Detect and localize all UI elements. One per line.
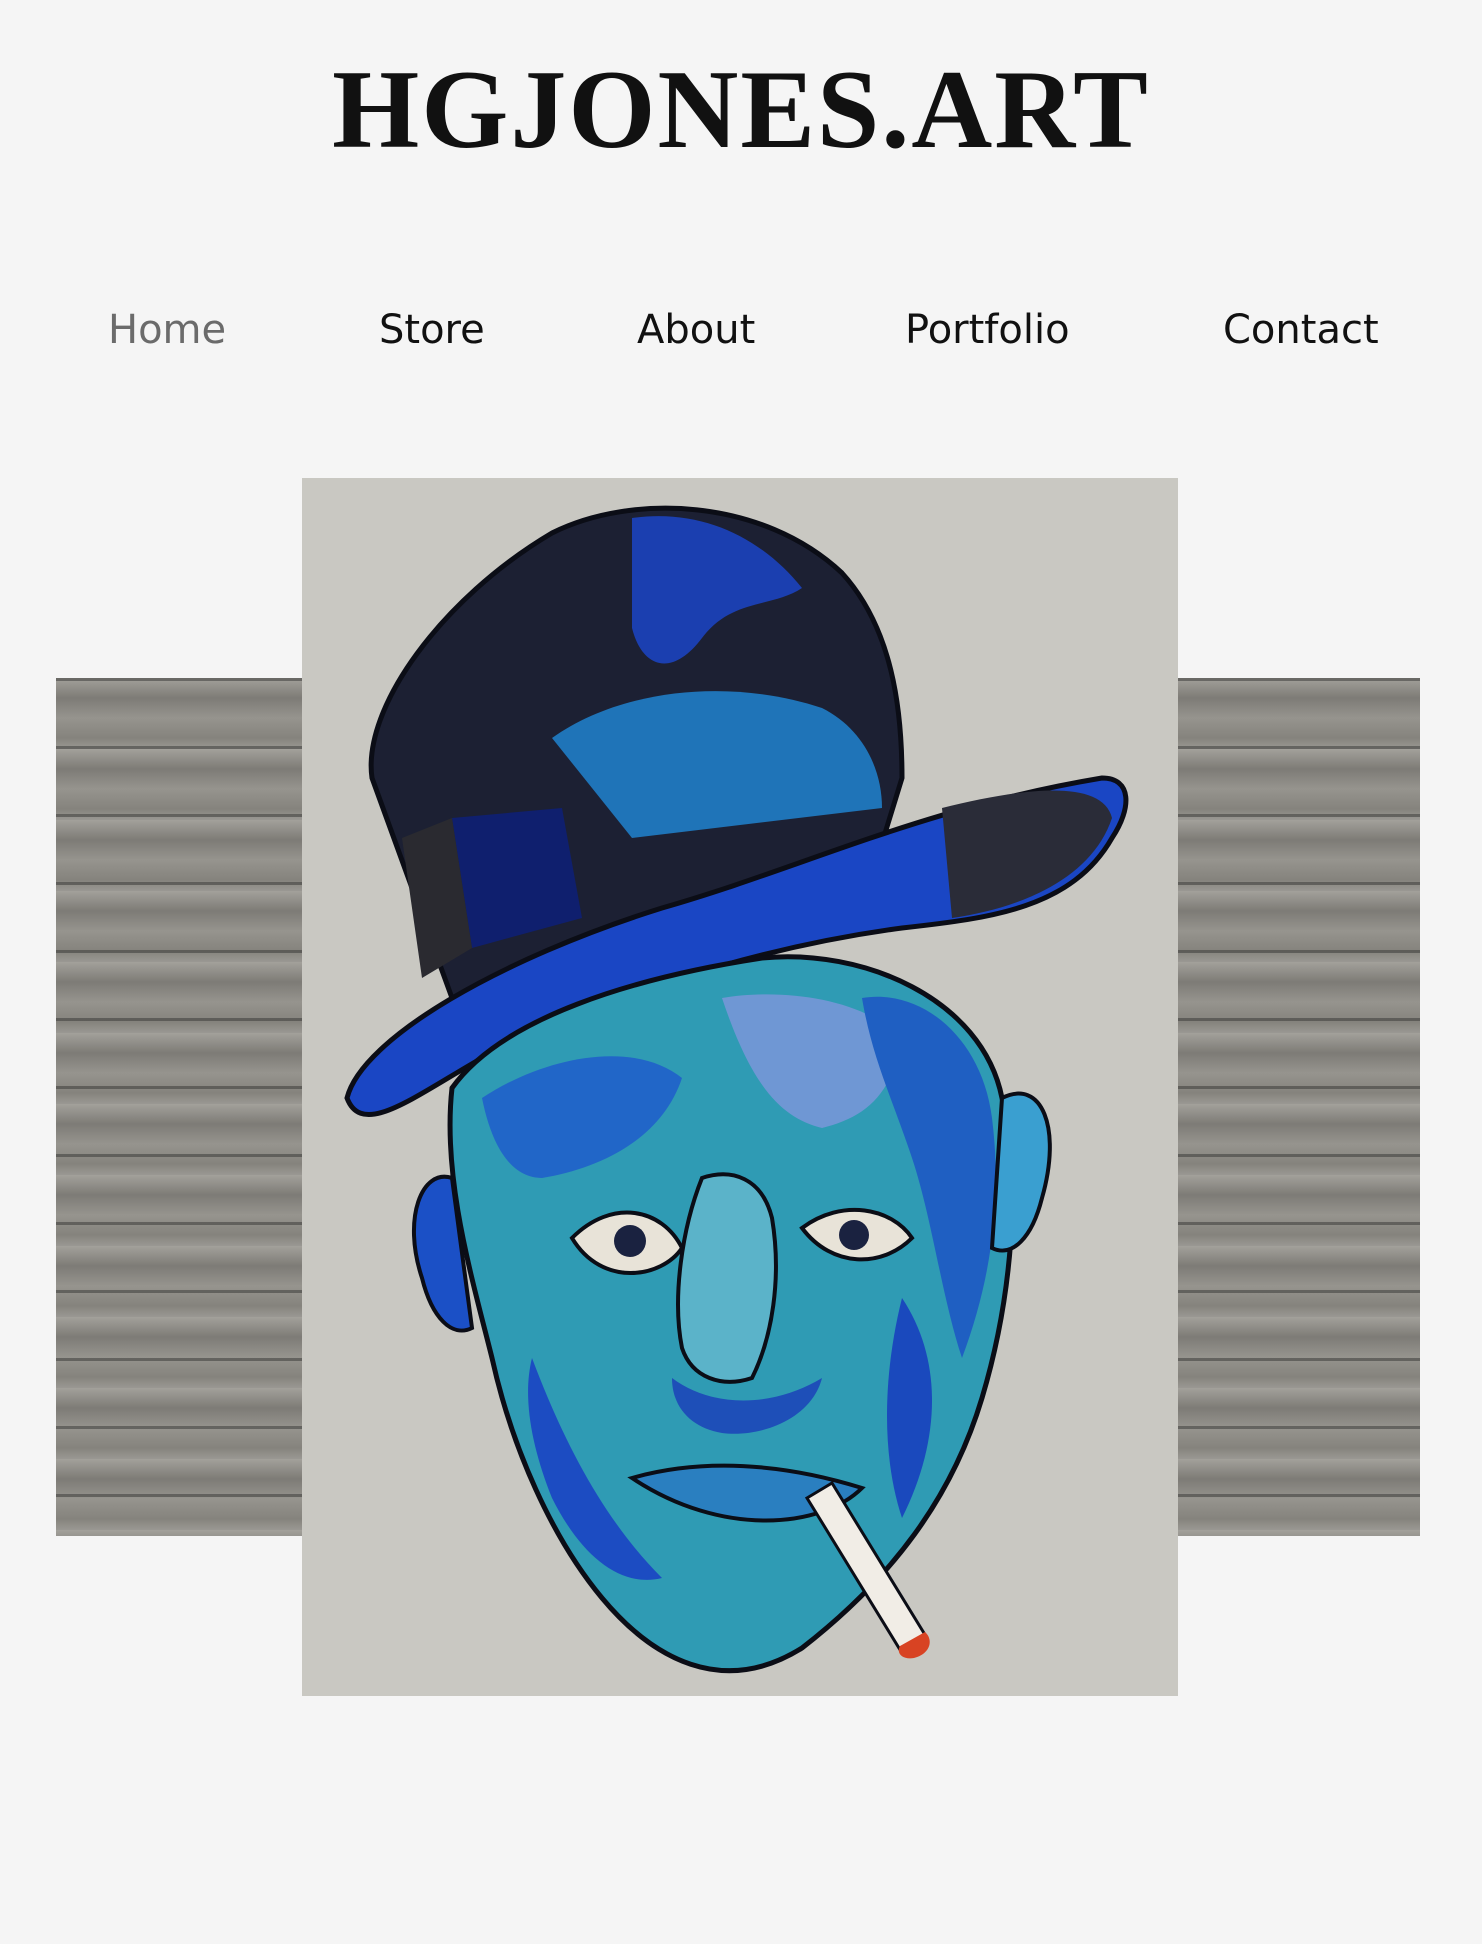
wood-panel-left xyxy=(56,678,302,1536)
wood-panel-right xyxy=(1178,678,1420,1536)
portrait-illustration xyxy=(302,478,1178,1696)
main-nav: Home Store About Portfolio Contact xyxy=(0,300,1482,360)
site-title[interactable]: HGJONES.ART xyxy=(0,45,1482,175)
nav-item-home[interactable]: Home xyxy=(108,300,226,360)
nav-item-store[interactable]: Store xyxy=(379,300,485,360)
nav-item-contact[interactable]: Contact xyxy=(1223,300,1379,360)
nav-item-portfolio[interactable]: Portfolio xyxy=(905,300,1070,360)
nav-item-about[interactable]: About xyxy=(637,300,755,360)
featured-artwork-image[interactable] xyxy=(302,478,1178,1696)
